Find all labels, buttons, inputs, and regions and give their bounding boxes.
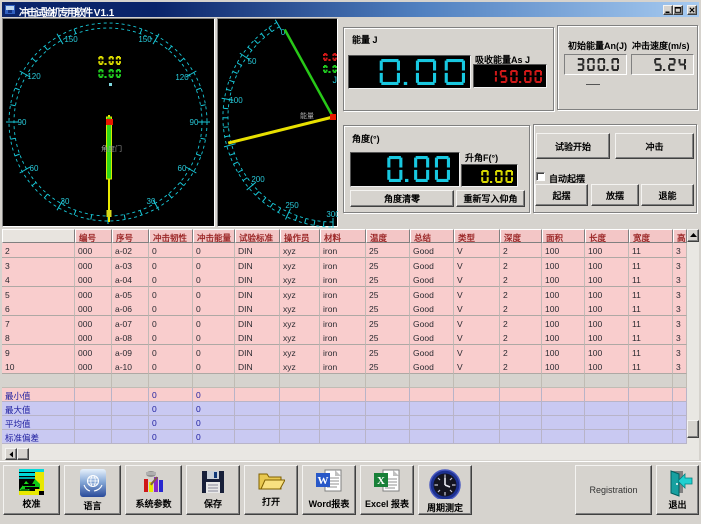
svg-text:150: 150 bbox=[138, 35, 152, 44]
svg-text:250: 250 bbox=[285, 201, 299, 210]
svg-text:90: 90 bbox=[18, 118, 27, 127]
svg-text:90: 90 bbox=[190, 118, 199, 127]
svg-text:60: 60 bbox=[30, 164, 39, 173]
svg-text:200: 200 bbox=[251, 175, 265, 184]
svg-text:能量: 能量 bbox=[300, 111, 314, 120]
svg-text:30: 30 bbox=[147, 197, 156, 206]
svg-text:120: 120 bbox=[175, 73, 189, 82]
svg-text:J: J bbox=[333, 75, 338, 85]
svg-text:100: 100 bbox=[229, 96, 243, 105]
svg-text:50: 50 bbox=[248, 57, 257, 66]
svg-text:150: 150 bbox=[64, 35, 78, 44]
svg-text:30: 30 bbox=[61, 197, 70, 206]
svg-text:120: 120 bbox=[27, 72, 41, 81]
svg-text:X: X bbox=[377, 475, 385, 487]
svg-text:300: 300 bbox=[326, 210, 338, 219]
svg-text:W: W bbox=[318, 475, 329, 487]
svg-text:角度门: 角度门 bbox=[101, 144, 122, 153]
svg-text:60: 60 bbox=[178, 164, 187, 173]
